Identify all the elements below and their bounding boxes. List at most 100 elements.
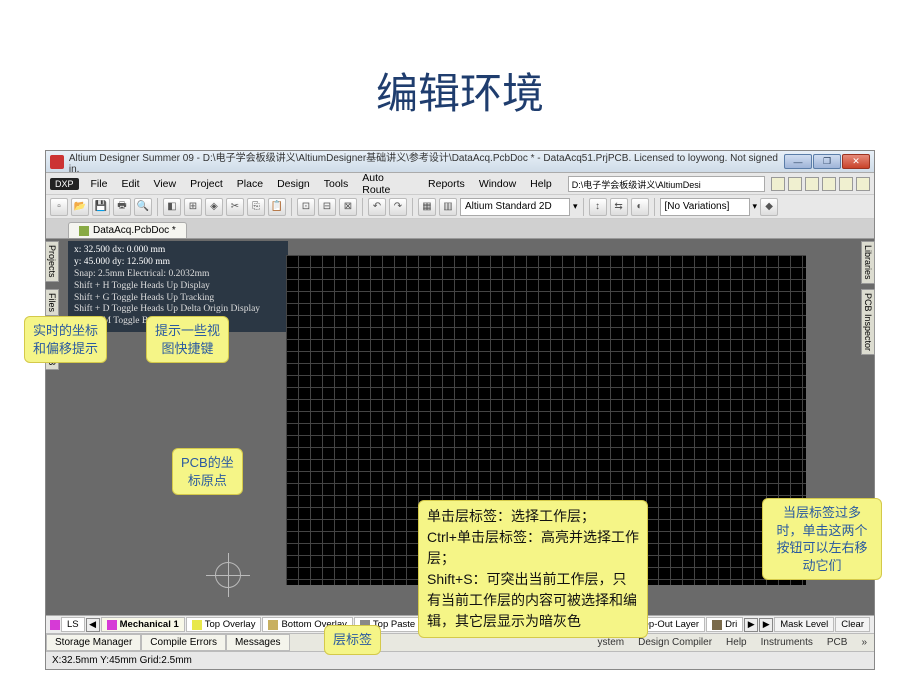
separator bbox=[291, 198, 292, 216]
callout-layersel: 单击层标签：选择工作层； Ctrl+单击层标签：高亮并选择工作层； Shift+… bbox=[418, 500, 648, 638]
paste-icon[interactable]: 📋 bbox=[268, 198, 286, 216]
layer-nav-right[interactable]: ▶ bbox=[744, 618, 758, 632]
save-icon[interactable]: 💾 bbox=[92, 198, 110, 216]
redo-icon[interactable]: ↷ bbox=[389, 198, 407, 216]
document-tabs: DataAcq.PcbDoc * bbox=[46, 219, 874, 239]
tool-icon[interactable]: ◈ bbox=[205, 198, 223, 216]
vtab-files[interactable]: Files bbox=[45, 289, 59, 316]
mask-level-button[interactable]: Mask Level bbox=[774, 617, 834, 632]
print-icon[interactable]: 🖶 bbox=[113, 198, 131, 216]
hud-shortcut: Shift + H Toggle Heads Up Display bbox=[74, 281, 282, 293]
maximize-button[interactable]: ❐ bbox=[813, 154, 841, 169]
menu-edit[interactable]: Edit bbox=[115, 176, 145, 192]
ls-button[interactable]: LS bbox=[61, 617, 85, 632]
panel-compile-errors[interactable]: Compile Errors bbox=[141, 634, 226, 651]
tool-icon[interactable]: ↕ bbox=[589, 198, 607, 216]
callout-shortcut: 提示一些视 图快捷键 bbox=[146, 316, 229, 363]
menubar-right-icons bbox=[771, 177, 870, 191]
variations-select[interactable]: [No Variations] bbox=[660, 198, 750, 216]
menu-tools[interactable]: Tools bbox=[318, 176, 355, 192]
tool-icon[interactable]: ◐ bbox=[631, 198, 649, 216]
tool-icon[interactable]: ⊡ bbox=[297, 198, 315, 216]
menu-reports[interactable]: Reports bbox=[422, 176, 471, 192]
undo-icon[interactable]: ↶ bbox=[368, 198, 386, 216]
cut-icon[interactable]: ✂ bbox=[226, 198, 244, 216]
close-button[interactable]: ✕ bbox=[842, 154, 870, 169]
minimize-button[interactable]: — bbox=[784, 154, 812, 169]
doc-tab-label: DataAcq.PcbDoc * bbox=[93, 225, 176, 236]
callout-origin: PCB的坐 标原点 bbox=[172, 448, 243, 495]
layer-label: Top Overlay bbox=[205, 619, 256, 630]
layer-swatch bbox=[268, 620, 278, 630]
separator bbox=[157, 198, 158, 216]
separator bbox=[654, 198, 655, 216]
toolbar-icon[interactable] bbox=[839, 177, 853, 191]
panel-instruments[interactable]: Instruments bbox=[754, 635, 820, 650]
pcb-doc-icon bbox=[79, 226, 89, 236]
menu-file[interactable]: File bbox=[85, 176, 114, 192]
menu-autoroute[interactable]: Auto Route bbox=[356, 170, 420, 198]
callout-layertab: 层标签 bbox=[324, 625, 381, 655]
tool-icon[interactable]: ◆ bbox=[760, 198, 778, 216]
new-icon[interactable]: ▫ bbox=[50, 198, 68, 216]
titlebar-text: Altium Designer Summer 09 - D:\电子学会板级讲义\… bbox=[69, 149, 784, 175]
doc-tab[interactable]: DataAcq.PcbDoc * bbox=[68, 222, 187, 238]
hud-coords-x: x: 32.500 dx: 0.000 mm bbox=[74, 245, 282, 257]
tool-icon[interactable]: ▥ bbox=[439, 198, 457, 216]
menu-help[interactable]: Help bbox=[524, 176, 558, 192]
vtab-libraries[interactable]: Libraries bbox=[861, 241, 875, 284]
layer-nav-left[interactable]: ◀ bbox=[86, 618, 100, 632]
toolbar-icon[interactable] bbox=[856, 177, 870, 191]
callout-coord: 实时的坐标 和偏移提示 bbox=[24, 316, 107, 363]
panel-storage-manager[interactable]: Storage Manager bbox=[46, 634, 141, 651]
layer-label: Mechanical 1 bbox=[120, 619, 179, 630]
menu-project[interactable]: Project bbox=[184, 176, 229, 192]
panel-pcb[interactable]: PCB bbox=[820, 635, 855, 650]
toolbar-icon[interactable] bbox=[822, 177, 836, 191]
tool-icon[interactable]: ⊞ bbox=[184, 198, 202, 216]
layer-swatch bbox=[712, 620, 722, 630]
tool-icon[interactable]: ◧ bbox=[163, 198, 181, 216]
toolbar-icon[interactable] bbox=[771, 177, 785, 191]
tool-icon[interactable]: ▦ bbox=[418, 198, 436, 216]
panel-pin-icon[interactable]: » bbox=[854, 635, 874, 650]
main-toolbar: ▫ 📂 💾 🖶 🔍 ◧ ⊞ ◈ ✂ ⎘ 📋 ⊡ ⊟ ⊠ ↶ ↷ ▦ ▥ Alti… bbox=[46, 195, 874, 219]
separator bbox=[362, 198, 363, 216]
layer-tab-drill[interactable]: Dri bbox=[706, 617, 743, 632]
layer-tab-top-overlay[interactable]: Top Overlay bbox=[186, 617, 262, 632]
preview-icon[interactable]: 🔍 bbox=[134, 198, 152, 216]
menu-place[interactable]: Place bbox=[231, 176, 269, 192]
menu-design[interactable]: Design bbox=[271, 176, 316, 192]
path-field[interactable]: D:\电子学会板级讲义\AltiumDesi bbox=[568, 176, 765, 192]
tool-icon[interactable]: ⊟ bbox=[318, 198, 336, 216]
menubar: DXP File Edit View Project Place Design … bbox=[46, 173, 874, 195]
slide-title: 编辑环境 bbox=[0, 60, 920, 121]
app-icon bbox=[50, 155, 64, 169]
tool-icon[interactable]: ⊠ bbox=[339, 198, 357, 216]
tool-icon[interactable]: ⇆ bbox=[610, 198, 628, 216]
view-mode-select[interactable]: Altium Standard 2D bbox=[460, 198, 570, 216]
layer-swatch bbox=[50, 620, 60, 630]
menu-view[interactable]: View bbox=[148, 176, 183, 192]
status-text: X:32.5mm Y:45mm Grid:2.5mm bbox=[52, 655, 192, 666]
open-icon[interactable]: 📂 bbox=[71, 198, 89, 216]
menu-window[interactable]: Window bbox=[473, 176, 522, 192]
layer-label: Dri bbox=[725, 619, 737, 630]
toolbar-icon[interactable] bbox=[788, 177, 802, 191]
copy-icon[interactable]: ⎘ bbox=[247, 198, 265, 216]
pcb-origin-marker bbox=[206, 553, 250, 597]
layer-nav-end[interactable]: ▶ bbox=[759, 618, 773, 632]
panel-messages[interactable]: Messages bbox=[226, 634, 290, 651]
hud-snap: Snap: 2.5mm Electrical: 0.2032mm bbox=[74, 269, 282, 281]
vtab-pcb-inspector[interactable]: PCB Inspector bbox=[861, 289, 875, 355]
panel-help[interactable]: Help bbox=[719, 635, 754, 650]
vtab-projects[interactable]: Projects bbox=[45, 241, 59, 282]
hud-shortcut: Shift + G Toggle Heads Up Tracking bbox=[74, 293, 282, 305]
titlebar: Altium Designer Summer 09 - D:\电子学会板级讲义\… bbox=[46, 151, 874, 173]
clear-button[interactable]: Clear bbox=[835, 617, 870, 632]
toolbar-icon[interactable] bbox=[805, 177, 819, 191]
layer-swatch bbox=[107, 620, 117, 630]
separator bbox=[583, 198, 584, 216]
layer-tab-mechanical1[interactable]: Mechanical 1 bbox=[101, 617, 185, 632]
dxp-logo[interactable]: DXP bbox=[50, 178, 79, 190]
